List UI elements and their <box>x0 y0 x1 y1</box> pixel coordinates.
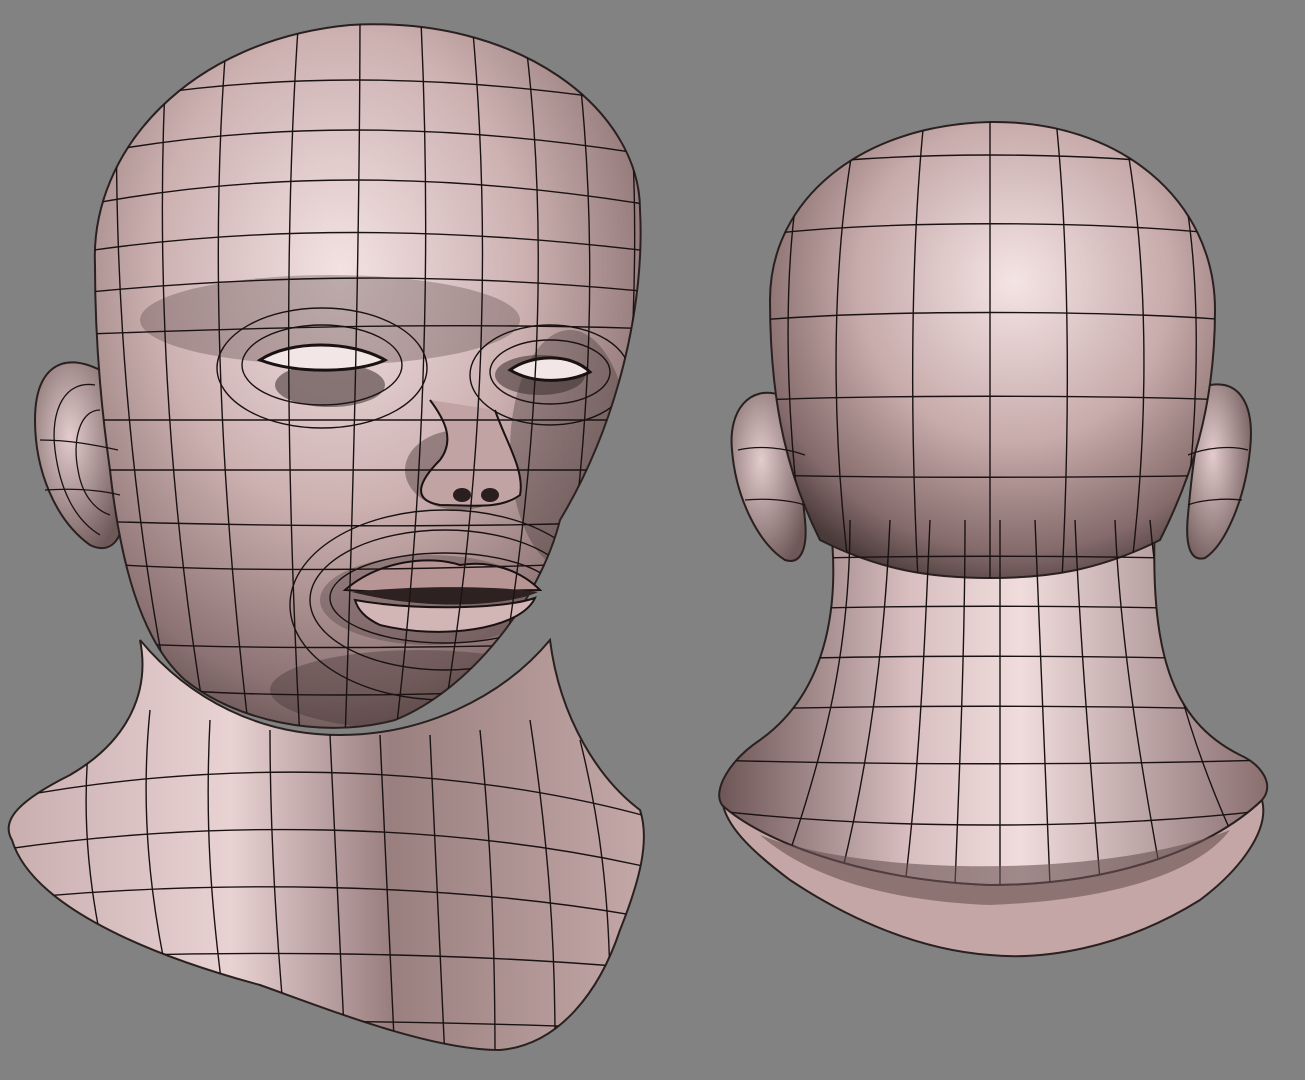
front-nostril-left <box>453 488 471 502</box>
3d-viewport[interactable] <box>0 0 1305 1080</box>
viewport-canvas <box>0 0 1270 1060</box>
head-back-model[interactable] <box>710 110 1270 958</box>
front-nostril-right <box>481 488 499 502</box>
head-front-model[interactable] <box>0 0 680 1060</box>
